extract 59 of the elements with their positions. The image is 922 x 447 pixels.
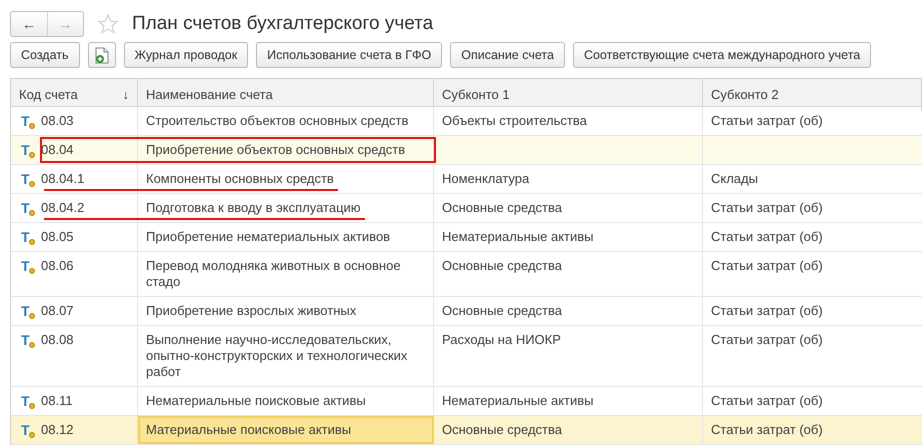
toolbar-button[interactable]: Соответствующие счета международного учета (572, 42, 872, 68)
table-cell: Нематериальные активы (434, 387, 703, 415)
table-cell: Расходы на НИОКР (434, 326, 703, 386)
account-code: 08.06 (41, 258, 74, 274)
table-cell-text: Статьи затрат (об) (710, 302, 824, 320)
account-code: 08.11 (41, 393, 73, 409)
back-button[interactable]: ← (11, 12, 47, 36)
table-cell: Выполнение научно-исследовательских, опытно-конструкторских и технологических работ (138, 326, 434, 386)
account-code: 08.03 (41, 113, 74, 129)
table-cell-text: Статьи затрат (об) (710, 331, 824, 349)
table-cell-text: Статьи затрат (об) (710, 392, 824, 410)
table-cell: Основные средства (434, 297, 703, 325)
column-header[interactable]: Код счета ↓ (11, 79, 138, 110)
account-code: 08.08 (41, 332, 74, 348)
add-document-icon (94, 46, 109, 64)
account-code: 08.04 (41, 142, 74, 158)
account-code: 08.05 (41, 229, 74, 245)
column-header[interactable]: Субконто 2 (703, 79, 922, 110)
table-row[interactable]: T 08.04.2 Подготовка к вводу в эксплуатацию Основные средства Статьи затрат (об) (11, 194, 922, 223)
table-cell: Приобретение объектов основных средств (138, 136, 434, 164)
account-code: 08.04.1 (41, 171, 84, 187)
table-cell: Приобретение нематериальных активов (138, 223, 434, 251)
table-row[interactable]: T 08.06 Перевод молодняка животных в основное стадо Основные средства Статьи затрат (об) (11, 252, 922, 297)
table-cell-text: Склады (710, 170, 759, 188)
toolbar-button[interactable]: Создать (10, 42, 80, 68)
table-row[interactable]: T 08.07 Приобретение взрослых животных Основные средства Статьи затрат (об) (11, 297, 922, 326)
account-code: 08.12 (41, 422, 74, 438)
add-document-button[interactable] (88, 42, 116, 68)
table-row[interactable]: T 08.05 Приобретение нематериальных активов Нематериальные активы Статьи затрат (об) (11, 223, 922, 252)
toolbar-button[interactable]: Журнал проводок (124, 42, 248, 68)
table-row[interactable]: T 08.04 Приобретение объектов основных средств (11, 136, 922, 165)
sort-arrow-icon[interactable]: ↓ (122, 85, 129, 104)
table-row[interactable]: T 08.12 Материальные поисковые активы Основные средства Статьи затрат (об) (11, 416, 922, 445)
table-cell-text: Статьи затрат (об) (710, 228, 824, 246)
star-icon[interactable] (97, 13, 119, 35)
table-cell: Номенклатура (434, 165, 703, 193)
account-code: 08.07 (41, 303, 74, 319)
table-cell: Объекты строительства (434, 107, 703, 135)
column-header[interactable]: Субконто 1 (434, 79, 703, 110)
toolbar-button[interactable]: Использование счета в ГФО (256, 42, 442, 68)
table-cell: Перевод молодняка животных в основное стадо (138, 252, 434, 296)
table-cell: Нематериальные активы (434, 223, 703, 251)
table-row[interactable]: T 08.04.1 Компоненты основных средств Номенклатура Склады (11, 165, 922, 194)
toolbar-button[interactable]: Описание счета (450, 42, 565, 68)
table-cell: Материальные поисковые активы (138, 416, 434, 444)
table-cell: Нематериальные поисковые активы (138, 387, 434, 415)
table-cell: Основные средства (434, 194, 703, 222)
column-header[interactable]: Наименование счета (138, 79, 434, 110)
table-cell-text: Статьи затрат (об) (710, 112, 824, 130)
table-cell-text: Статьи затрат (об) (710, 257, 824, 275)
account-code: 08.04.2 (41, 200, 84, 216)
table-row[interactable]: T 08.08 Выполнение научно-исследовательских, опытно-конструкторских и технологических работ Расходы на НИОКР Статьи затрат (об) (11, 326, 922, 387)
table-cell: Приобретение взрослых животных (138, 297, 434, 325)
table-cell-text: Статьи затрат (об) (710, 199, 824, 217)
table-cell-text: Статьи затрат (об) (710, 421, 824, 439)
table-cell: Основные средства (434, 416, 703, 444)
table-cell: Строительство объектов основных средств (138, 107, 434, 135)
table-cell: Основные средства (434, 252, 703, 296)
window-title: План счетов бухгалтерского учета (132, 12, 434, 36)
